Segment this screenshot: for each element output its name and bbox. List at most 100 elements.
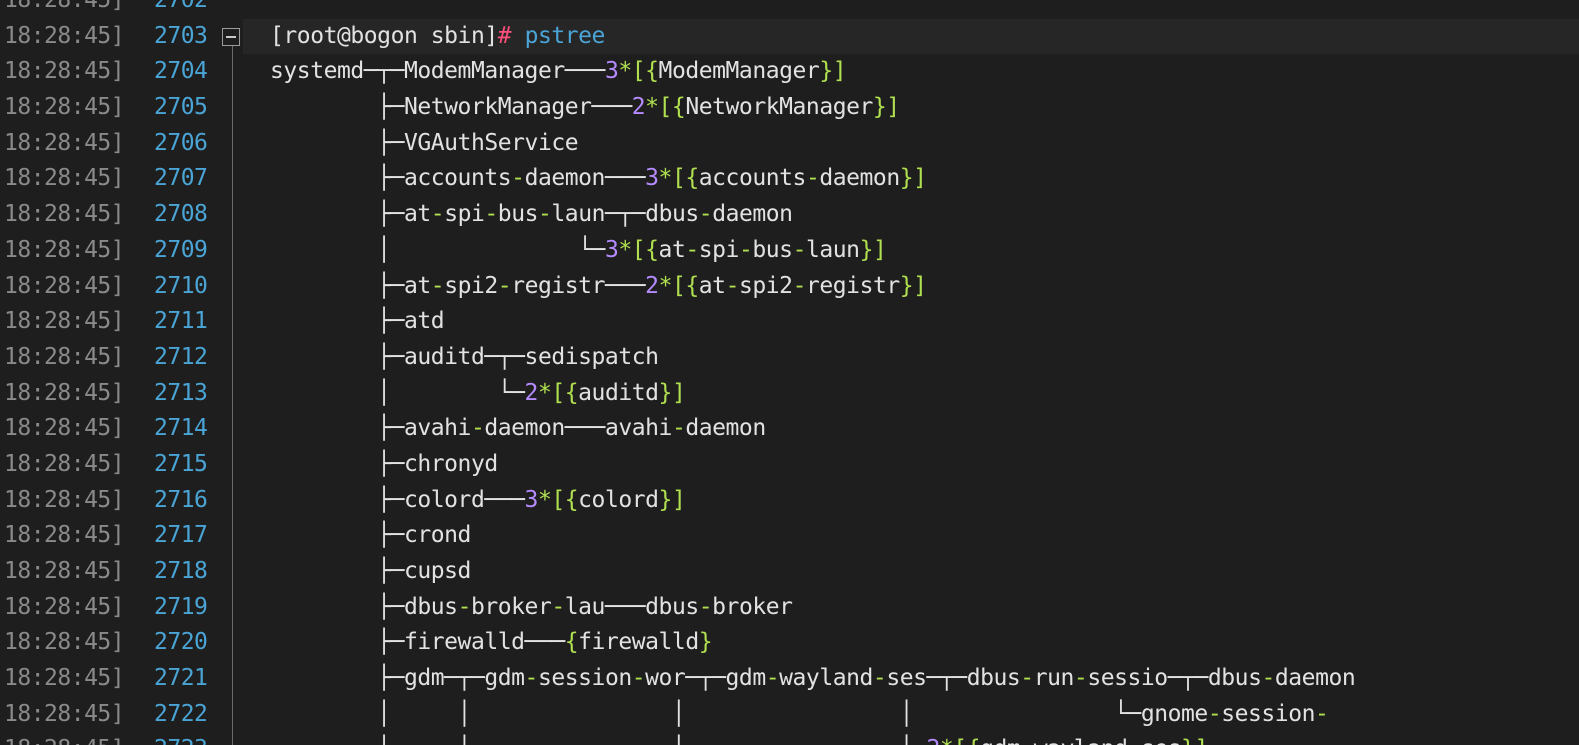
text-segment: laun: [805, 236, 860, 263]
text-segment: -: [430, 272, 445, 299]
text-segment: colord: [578, 486, 659, 513]
log-line[interactable]: 18:28:45] 2723 │ │ │ └─2*[{gdm-wayland-se…: [0, 732, 1579, 745]
text-segment: daemon: [712, 201, 793, 228]
log-line[interactable]: 18:28:45] 2707 ├─accounts-daemon───3*[{ac…: [0, 161, 1579, 197]
log-line[interactable]: 18:28:45] 2705 ├─NetworkManager───2*[{Net…: [0, 90, 1579, 126]
log-line[interactable]: 18:28:45] 2721 ├─gdm─┬─gdm-session-wor─┬─…: [0, 661, 1579, 697]
text-segment: *[{: [940, 736, 981, 745]
log-line[interactable]: 18:28:45] 2716 ├─colord───3*[{colord}]: [0, 483, 1579, 519]
log-line[interactable]: 18:28:45] 2703 [root@bogon sbin]# pstree: [0, 18, 1579, 55]
text-segment: }: [698, 629, 713, 656]
text-segment: -: [738, 236, 753, 263]
text-segment: }]: [872, 94, 900, 121]
line-content: ├─colord───3*[{colord}]: [243, 483, 1579, 519]
line-content: ├─gdm─┬─gdm-session-wor─┬─gdm-wayland-se…: [243, 661, 1579, 697]
text-segment: 3: [524, 486, 539, 513]
text-segment: ├─auditd─┬─sedispatch: [270, 343, 659, 370]
line-number: 2718: [154, 558, 208, 584]
log-line[interactable]: 18:28:45] 2704 systemd─┬─ModemManager───3*…: [0, 54, 1579, 90]
text-segment: daemon: [1274, 665, 1356, 692]
text-segment: -: [497, 272, 512, 299]
fold-collapse-icon[interactable]: [222, 27, 240, 46]
text-segment: *[{: [645, 94, 686, 121]
text-segment: }]: [899, 272, 927, 299]
text-segment: registr: [805, 272, 900, 299]
text-segment: NetworkManager: [685, 94, 873, 121]
timestamp: 18:28:45]: [4, 486, 125, 513]
log-line[interactable]: 18:28:45] 2706 ├─VGAuthService: [0, 126, 1579, 162]
text-segment: spi: [698, 236, 740, 263]
text-segment: }]: [658, 486, 686, 513]
log-line[interactable]: 18:28:45] 2718 ├─cupsd: [0, 554, 1579, 590]
text-segment: │ │ │ │ └─gnome: [270, 700, 1208, 727]
text-segment: 3: [604, 58, 619, 85]
log-line[interactable]: 18:28:45] 2708 ├─at-spi-bus-laun─┬─dbus-d…: [0, 197, 1579, 233]
log-line[interactable]: 18:28:45] 2714 ├─avahi-daemon───avahi-dae…: [0, 411, 1579, 447]
line-number: 2711: [154, 308, 208, 335]
line-content: ├─firewalld───{firewalld}: [243, 625, 1579, 661]
text-segment: registr───: [511, 272, 646, 299]
text-segment: ModemManager: [658, 58, 820, 85]
line-number: 2717: [154, 522, 208, 549]
text-segment: *[{: [618, 58, 659, 85]
line-content: │ │ │ └─2*[{gdm-wayland-ses}]: [243, 732, 1579, 745]
text-segment: -: [792, 236, 807, 263]
log-line[interactable]: 18:28:45] 2715 ├─chronyd: [0, 447, 1579, 483]
text-segment: -: [792, 272, 807, 299]
text-segment: 2: [631, 94, 646, 121]
text-segment: -: [698, 593, 713, 620]
line-number: 2723: [154, 732, 218, 745]
line-content: systemd─┬─ModemManager───3*[{ModemManage…: [243, 54, 1579, 90]
text-segment: }]: [658, 379, 686, 406]
text-segment: wayland: [779, 665, 873, 692]
text-segment: at: [698, 272, 726, 299]
log-line[interactable]: 18:28:45] 2719 ├─dbus-broker-lau───dbus-b…: [0, 590, 1579, 626]
line-number: 2708: [154, 201, 208, 228]
text-segment: broker: [470, 593, 552, 620]
line-content: ├─avahi-daemon───avahi-daemon: [243, 411, 1579, 447]
text-segment: at: [658, 236, 686, 263]
text-segment: session: [1221, 700, 1315, 727]
text-segment: bus: [497, 201, 539, 228]
line-number: 2722: [154, 700, 208, 727]
text-segment: │ └─: [270, 236, 605, 263]
text-segment: -: [765, 665, 780, 692]
line-content: ├─at-spi2-registr───2*[{at-spi2-registr}…: [243, 269, 1579, 305]
timestamp: 18:28:45]: [4, 165, 125, 192]
text-segment: -: [685, 236, 699, 263]
log-line[interactable]: 18:28:45] 2709 │ └─3*[{at-spi-bus-laun}]: [0, 233, 1579, 269]
line-number: 2706: [154, 129, 208, 156]
timestamp: 18:28:45]: [4, 732, 147, 745]
timestamp: 18:28:45]: [4, 522, 125, 549]
timestamp: 18:28:45]: [4, 236, 125, 263]
terminal-log-viewer[interactable]: 18:28:45] 2702 18:28:45] 2703 [root@bogon sb…: [0, 0, 1579, 745]
timestamp: 18:28:45]: [4, 593, 125, 620]
line-content: ├─crond: [243, 518, 1579, 554]
log-line[interactable]: 18:28:45] 2710 ├─at-spi2-registr───2*[{at…: [0, 269, 1579, 305]
text-segment: -: [470, 415, 485, 442]
text-segment: *[{: [618, 236, 659, 263]
log-line[interactable]: 18:28:45] 2711 ├─atd: [0, 304, 1579, 340]
text-segment: -: [725, 272, 740, 299]
text-segment: ses─┬─dbus: [886, 665, 1021, 692]
log-line[interactable]: 18:28:45] 2722 │ │ │ │ └─gnome-session-: [0, 697, 1579, 733]
timestamp: 18:28:45]: [4, 94, 125, 121]
text-segment: *[{: [658, 165, 700, 192]
text-segment: }]: [859, 236, 887, 263]
line-number: 2705: [154, 94, 208, 121]
text-segment: daemon───: [524, 165, 646, 192]
line-content: │ └─3*[{at-spi-bus-laun}]: [243, 233, 1579, 269]
log-line[interactable]: 18:28:45] 2702: [0, 0, 1579, 19]
log-line[interactable]: 18:28:45] 2713 │ └─2*[{auditd}]: [0, 376, 1579, 412]
line-number: 2712: [154, 343, 208, 370]
log-line[interactable]: 18:28:45] 2712 ├─auditd─┬─sedispatch: [0, 340, 1579, 376]
log-line[interactable]: 18:28:45] 2717 ├─crond: [0, 518, 1579, 554]
line-number: 2714: [154, 415, 208, 442]
text-segment: pstree: [524, 22, 606, 49]
text-segment: auditd: [578, 379, 659, 406]
text-segment: ├─firewalld───: [270, 629, 565, 656]
text-segment: │ └─: [270, 379, 525, 406]
text-segment: │ │ │ └─: [270, 736, 927, 745]
log-line[interactable]: 18:28:45] 2720 ├─firewalld───{firewalld}: [0, 625, 1579, 661]
text-segment: -: [484, 201, 498, 228]
